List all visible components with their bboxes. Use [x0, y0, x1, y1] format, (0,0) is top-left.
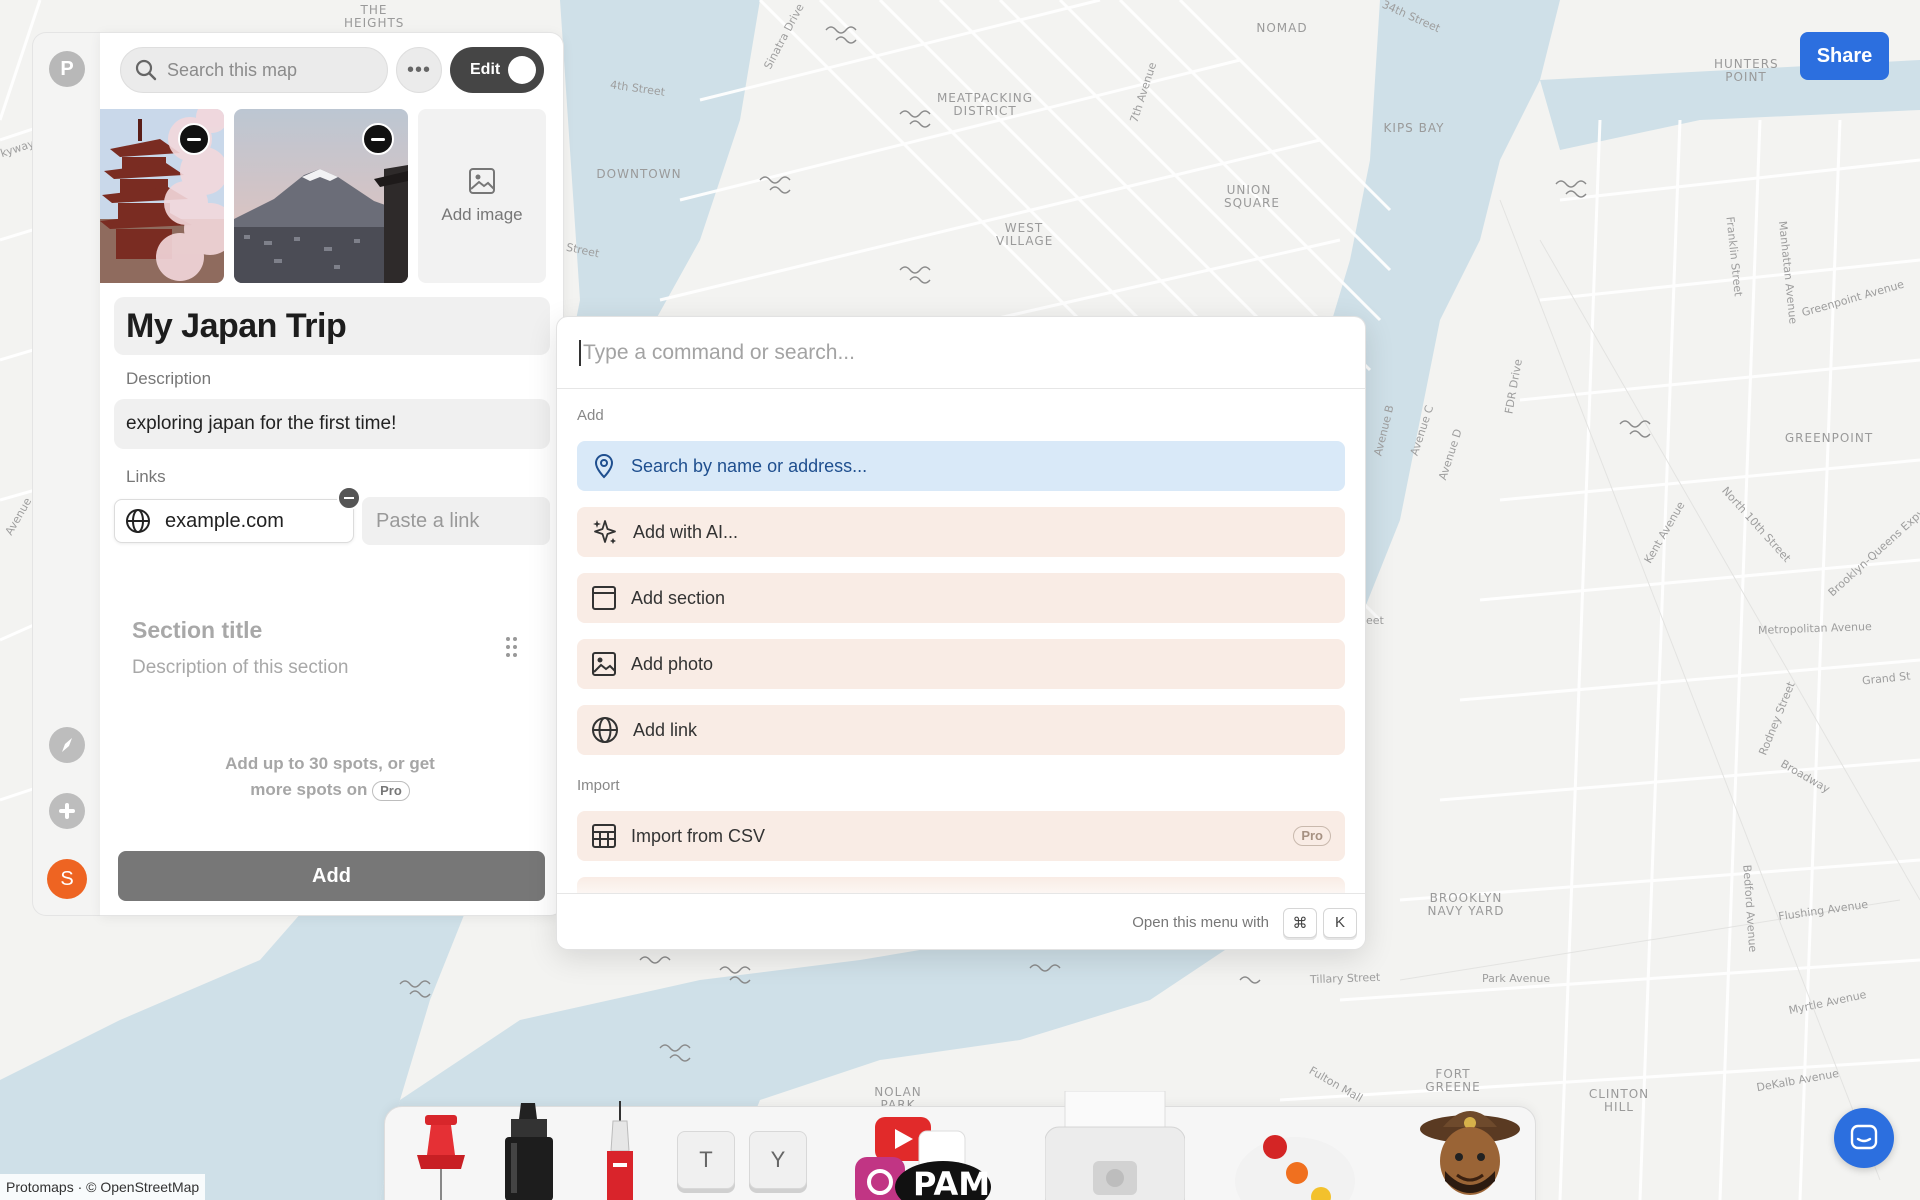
map-label-greenpoint: GREENPOINT — [1784, 431, 1874, 445]
group-label-import: Import — [577, 777, 620, 794]
description-field[interactable]: exploring japan for the first time! — [114, 399, 550, 449]
add-image-label: Add image — [441, 205, 523, 224]
pen-sticker[interactable] — [595, 1101, 645, 1200]
shortcut-hint: Open this menu with — [1132, 914, 1269, 931]
pushpin-sticker[interactable] — [411, 1115, 471, 1200]
user-avatar[interactable]: S — [47, 859, 87, 899]
map-details-panel: ••• Edit — [100, 32, 564, 916]
pro-badge: Pro — [1293, 826, 1331, 846]
map-label-clinton-hill: CLINTON HILL — [1588, 1087, 1650, 1114]
edit-toggle-label: Edit — [470, 61, 501, 78]
link-value: example.com — [165, 509, 284, 532]
cmd-label: Add with AI... — [633, 521, 739, 542]
map-title-field[interactable]: My Japan Trip — [114, 297, 550, 355]
photo-thumbnail-pagoda[interactable] — [100, 109, 224, 283]
command-palette: Type a command or search... Add Search b… — [556, 316, 1366, 950]
street-label: Tillary Street — [1309, 970, 1381, 987]
paste-link-input[interactable]: Paste a link — [362, 497, 550, 545]
marker-sticker[interactable] — [497, 1101, 563, 1200]
spots-note-line1: Add up to 30 spots, or get — [225, 754, 435, 773]
group-label-add: Add — [577, 407, 604, 424]
drag-handle-icon[interactable] — [506, 637, 518, 659]
share-button[interactable]: Share — [1800, 32, 1889, 80]
palette-sticker[interactable] — [1235, 1111, 1355, 1200]
compass-icon[interactable] — [49, 727, 85, 763]
palette-footer: Open this menu with ⌘ K — [557, 893, 1365, 949]
map-label-brooklyn-navy-yard: BROOKLYN NAVY YARD — [1427, 891, 1505, 918]
more-options-button[interactable]: ••• — [396, 47, 442, 93]
section-title-input[interactable]: Section title — [132, 617, 262, 644]
link-chip[interactable]: example.com — [114, 486, 361, 543]
remove-link-button[interactable] — [337, 486, 361, 510]
keycap-y[interactable]: Y — [749, 1131, 807, 1189]
cmd-add-section[interactable]: Add section — [577, 573, 1345, 623]
image-icon — [469, 168, 495, 194]
search-icon — [135, 59, 157, 81]
add-image-button[interactable]: Add image — [418, 109, 546, 283]
map-pin-icon — [594, 453, 614, 479]
description-label: Description — [126, 369, 212, 388]
pro-badge[interactable]: Pro — [372, 780, 410, 801]
section-icon — [592, 586, 616, 610]
chat-icon — [1850, 1124, 1878, 1150]
pam-sticker-text: PAM — [913, 1165, 991, 1200]
map-search[interactable] — [120, 47, 388, 93]
cmd-add-link[interactable]: Add link — [577, 705, 1345, 755]
cmd-key: ⌘ — [1283, 907, 1317, 938]
cmd-search-by-name[interactable]: Search by name or address... — [577, 441, 1345, 491]
photo-thumbnail-fuji[interactable] — [234, 109, 408, 283]
section-description-input[interactable]: Description of this section — [132, 657, 349, 679]
sticker-tray: T Y PAM — [384, 1091, 1536, 1200]
map-label-downtown: DOWNTOWN — [596, 167, 682, 181]
new-map-plus-icon[interactable] — [49, 793, 85, 829]
links-label: Links — [126, 467, 166, 486]
sparkle-icon — [593, 520, 616, 544]
add-spot-button[interactable]: Add — [118, 851, 545, 901]
remove-photo-button[interactable] — [178, 123, 210, 155]
map-label-meatpacking: MEATPACKING DISTRICT — [936, 91, 1034, 118]
command-search-placeholder: Type a command or search... — [583, 340, 855, 364]
map-label-fort-greene: FORT GREENE — [1425, 1067, 1481, 1094]
map-label-union-square: UNION SQUARE — [1224, 183, 1280, 210]
spots-note-line2: more spots on — [250, 780, 368, 799]
remove-photo-button[interactable] — [362, 123, 394, 155]
globe-icon — [592, 717, 618, 743]
map-label-hunters-point: HUNTERS POINT — [1714, 57, 1779, 84]
keycap-t[interactable]: T — [677, 1131, 735, 1189]
printer-sticker[interactable] — [1045, 1091, 1185, 1200]
k-key: K — [1323, 907, 1357, 938]
map-label-the-heights: THE HEIGHTS — [344, 3, 405, 30]
spots-limit-note: Add up to 30 spots, or get more spots on… — [160, 751, 500, 803]
street-label: eet — [1366, 614, 1384, 627]
support-chat-button[interactable] — [1834, 1108, 1894, 1168]
street-label: Park Avenue — [1482, 972, 1551, 985]
map-search-input[interactable] — [167, 59, 367, 81]
cmd-import-csv[interactable]: Import from CSV Pro — [577, 811, 1345, 861]
ranger-avatar-sticker[interactable] — [1415, 1095, 1525, 1200]
table-icon — [592, 824, 616, 848]
map-label-kips-bay: KIPS BAY — [1383, 121, 1445, 135]
cmd-label: Add photo — [631, 653, 714, 674]
cmd-label: Add section — [631, 587, 726, 608]
cmd-label: Add link — [633, 719, 698, 740]
app-logo[interactable]: P — [49, 51, 85, 87]
toggle-knob — [508, 56, 536, 84]
cmd-label: Search by name or address... — [631, 455, 868, 476]
map-attribution[interactable]: Protomaps · © OpenStreetMap — [0, 1174, 206, 1200]
cmd-label: Import from CSV — [631, 825, 766, 846]
cmd-add-photo[interactable]: Add photo — [577, 639, 1345, 689]
text-caret — [579, 339, 581, 366]
edit-mode-toggle[interactable]: Edit — [450, 47, 544, 93]
cmd-add-with-ai[interactable]: Add with AI... — [577, 507, 1345, 557]
map-label-nomad: NOMAD — [1256, 21, 1308, 35]
app-rail: P S — [32, 32, 100, 916]
globe-icon — [126, 509, 150, 533]
map-label-west-village: WEST VILLAGE — [996, 221, 1054, 248]
command-search-input[interactable]: Type a command or search... — [557, 317, 1365, 389]
photo-icon — [592, 652, 616, 676]
